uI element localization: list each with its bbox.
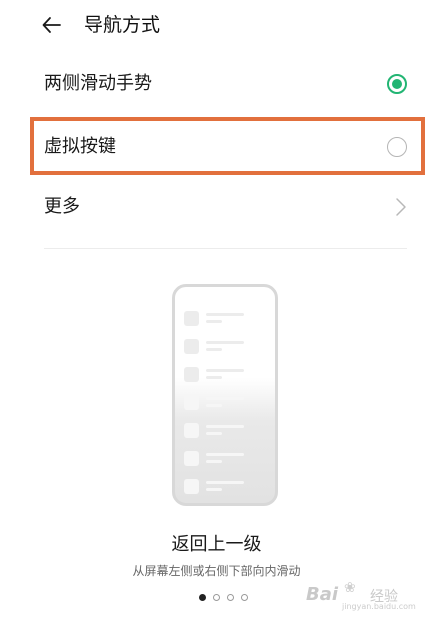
illustration-row [184, 339, 264, 355]
more-label: 更多 [44, 196, 80, 217]
page-dot[interactable] [213, 594, 220, 601]
arrow-left-icon[interactable] [40, 13, 64, 37]
page-dot-active[interactable] [199, 594, 206, 601]
illustration-row [184, 423, 264, 439]
illustration-row [184, 479, 264, 495]
gesture-illustration-phone [172, 284, 278, 506]
illustration-row [184, 367, 264, 383]
watermark-logo: Bai ❀ 经验 jingyan.baidu.com [306, 580, 416, 612]
option-gesture-navigation[interactable]: 两侧滑动手势 [0, 53, 433, 115]
illustration-row [184, 311, 264, 327]
page-dot[interactable] [227, 594, 234, 601]
watermark-url: jingyan.baidu.com [342, 602, 416, 611]
page-dot[interactable] [241, 594, 248, 601]
gesture-description: 从屏幕左侧或右侧下部向内滑动 [132, 564, 301, 578]
top-bar: 导航方式 [0, 0, 433, 52]
option-virtual-keys[interactable]: 虚拟按键 [0, 116, 433, 178]
illustration-row [184, 395, 264, 411]
option-label: 两侧滑动手势 [44, 73, 152, 94]
radio-unselected[interactable] [387, 137, 407, 157]
page-indicator [199, 594, 259, 602]
illustration-row [184, 451, 264, 467]
page-title: 导航方式 [84, 14, 161, 36]
paw-icon: ❀ [344, 580, 356, 596]
gesture-title: 返回上一级 [171, 534, 262, 555]
option-label: 虚拟按键 [44, 136, 116, 157]
radio-selected[interactable] [387, 74, 407, 94]
chevron-right-icon [396, 198, 406, 216]
divider [44, 248, 407, 249]
more-item[interactable]: 更多 [0, 176, 433, 238]
watermark-brand: Bai [306, 584, 339, 605]
